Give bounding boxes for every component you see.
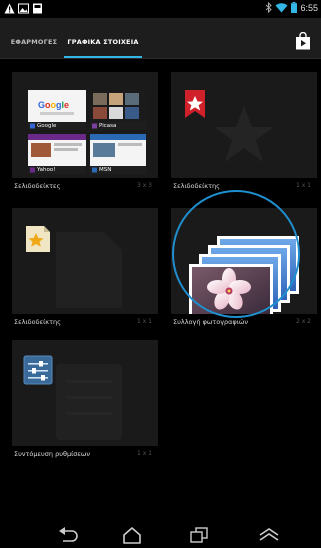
svg-text:Google: Google xyxy=(38,100,69,110)
tab-apps[interactable]: ΕΦΑΡΜΟΓΕΣ xyxy=(8,18,60,58)
settings-sliders-icon xyxy=(23,355,53,385)
play-store-icon[interactable] xyxy=(295,32,311,50)
widget-photo-gallery[interactable]: Συλλογή φωτογραφιών 2 x 2 xyxy=(171,208,317,334)
widget-settings-shortcut[interactable]: Συντόμευση ρυθμίσεων 1 x 1 xyxy=(12,340,158,466)
image-icon xyxy=(18,3,29,14)
thumb-label-picasa: Picasa xyxy=(99,123,117,129)
photo-stack-icon xyxy=(189,236,299,314)
widget-bookmarks[interactable]: Google Google Picasa Yahoo! MSN Σελιδοδε… xyxy=(12,72,158,198)
widget-label: Σελιδοδείκτης xyxy=(173,182,220,190)
thumb-label-msn: MSN xyxy=(99,167,112,173)
widget-label: Συντόμευση ρυθμίσεων xyxy=(14,450,91,458)
wifi-icon xyxy=(275,3,288,13)
widget-size: 1 x 1 xyxy=(137,318,152,325)
notification-icon xyxy=(33,3,42,14)
bluetooth-icon xyxy=(266,2,273,13)
bookmark-ribbon-icon xyxy=(185,90,205,118)
file-watermark-icon xyxy=(56,232,122,308)
widget-size: 2 x 2 xyxy=(296,318,311,325)
widget-label: Σελιδοδείκτης xyxy=(14,318,61,326)
file-star-icon xyxy=(26,226,50,252)
widget-preview xyxy=(171,208,317,314)
back-icon[interactable] xyxy=(55,526,81,544)
bookmarks-preview: Google xyxy=(28,90,146,174)
settings-watermark-icon xyxy=(56,364,122,440)
battery-icon xyxy=(291,2,298,13)
widget-size: 1 x 1 xyxy=(137,450,152,457)
widget-label: Συλλογή φωτογραφιών xyxy=(173,318,249,326)
widget-preview xyxy=(171,72,317,178)
navigation-bar xyxy=(0,522,321,548)
widget-preview xyxy=(12,340,158,446)
star-watermark-icon xyxy=(214,106,274,162)
tab-divider xyxy=(0,58,321,59)
widget-size: 1 x 1 xyxy=(296,182,311,189)
widget-label: Σελιδοδείκτες xyxy=(14,182,61,190)
widget-preview: Google Google Picasa Yahoo! MSN xyxy=(12,72,158,178)
home-icon[interactable] xyxy=(119,526,145,544)
widget-bookmark[interactable]: Σελιδοδείκτης 1 x 1 xyxy=(171,72,317,198)
warning-icon xyxy=(4,3,15,14)
widget-size: 3 x 3 xyxy=(137,182,152,189)
tab-widgets[interactable]: ΓΡΑΦΙΚΑ ΣΤΟΙΧΕΙΑ xyxy=(64,18,142,58)
thumb-label-google: Google xyxy=(37,123,57,129)
widget-bookmark-file[interactable]: Σελιδοδείκτης 1 x 1 xyxy=(12,208,158,334)
status-bar: 6:55 xyxy=(0,0,321,18)
clock: 6:55 xyxy=(300,2,318,13)
menu-icon[interactable] xyxy=(256,526,282,544)
recent-apps-icon[interactable] xyxy=(186,526,212,544)
tab-bar: ΕΦΑΡΜΟΓΕΣ ΓΡΑΦΙΚΑ ΣΤΟΙΧΕΙΑ xyxy=(0,18,321,58)
widget-preview xyxy=(12,208,158,314)
thumb-label-yahoo: Yahoo! xyxy=(37,167,56,173)
